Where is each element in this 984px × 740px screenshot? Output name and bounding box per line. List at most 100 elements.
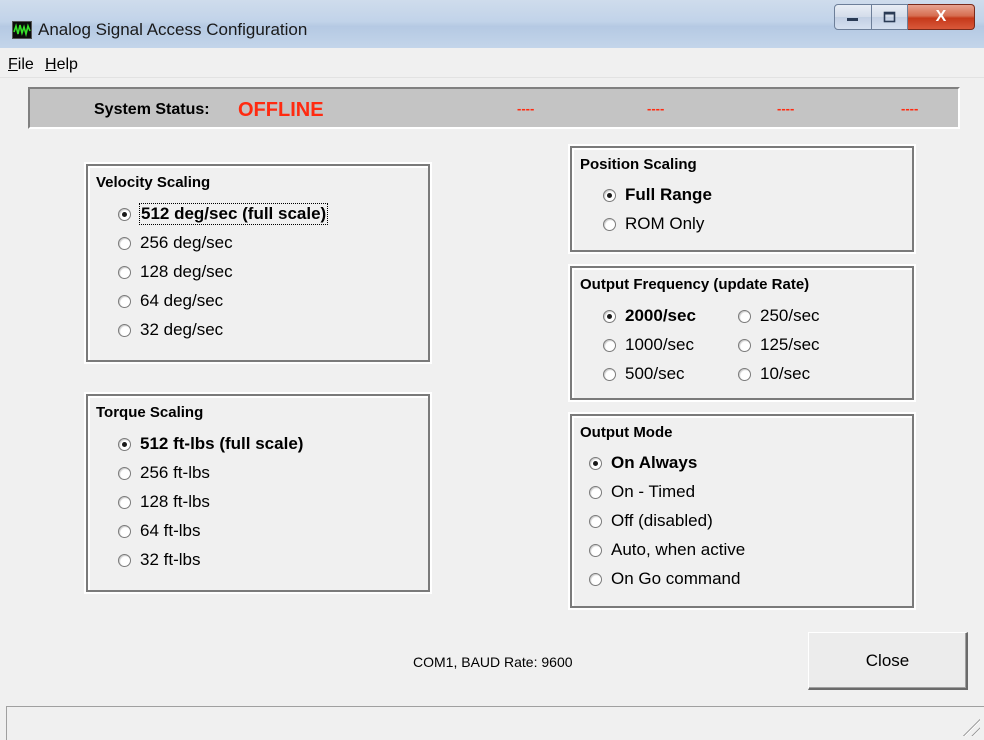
mode-option-auto-active[interactable]: Auto, when active: [589, 540, 745, 560]
output-frequency-group: Output Frequency (update Rate) 2000/sec …: [568, 264, 916, 402]
torque-option-label: 512 ft-lbs (full scale): [140, 434, 304, 453]
radio-icon: [118, 553, 131, 567]
radio-icon: [118, 524, 131, 538]
radio-icon: [589, 514, 602, 528]
torque-option-label: 64 ft-lbs: [140, 521, 201, 540]
frequency-option-500[interactable]: 500/sec: [603, 364, 685, 384]
mode-option-on-timed[interactable]: On - Timed: [589, 482, 695, 502]
radio-icon: [589, 485, 602, 499]
torque-option-512[interactable]: 512 ft-lbs (full scale): [118, 434, 303, 454]
radio-icon: [118, 265, 131, 279]
status-indicator-1: ----: [517, 101, 535, 116]
app-icon: [12, 21, 32, 39]
menu-file[interactable]: File: [8, 56, 34, 74]
maximize-icon: [883, 11, 895, 23]
velocity-option-128[interactable]: 128 deg/sec: [118, 262, 233, 282]
frequency-option-1000[interactable]: 1000/sec: [603, 335, 694, 355]
frequency-option-label: 125/sec: [760, 335, 820, 354]
output-mode-title: Output Mode: [580, 424, 673, 441]
frequency-option-125[interactable]: 125/sec: [738, 335, 820, 355]
radio-icon: [603, 217, 616, 231]
torque-option-64[interactable]: 64 ft-lbs: [118, 521, 200, 541]
position-scaling-group: Position Scaling Full Range ROM Only: [568, 144, 916, 254]
frequency-option-label: 250/sec: [760, 306, 820, 325]
radio-icon: [738, 309, 751, 323]
torque-scaling-group: Torque Scaling 512 ft-lbs (full scale) 2…: [84, 392, 432, 594]
velocity-option-512[interactable]: 512 deg/sec (full scale): [118, 203, 329, 225]
radio-icon: [118, 495, 131, 509]
radio-icon: [589, 572, 602, 586]
velocity-option-label: 64 deg/sec: [140, 291, 224, 310]
main-window: Analog Signal Access Configuration X Fil…: [0, 0, 984, 740]
menu-help[interactable]: Help: [45, 56, 78, 74]
resize-grip-icon[interactable]: [960, 716, 980, 736]
torque-option-label: 128 ft-lbs: [140, 492, 210, 511]
status-label: System Status:: [94, 101, 210, 118]
status-indicator-2: ----: [647, 101, 665, 116]
menu-bar: File Help: [0, 48, 984, 78]
com-port-info: COM1, BAUD Rate: 9600: [413, 654, 573, 670]
radio-icon: [603, 338, 616, 352]
radio-selected-icon: [603, 188, 616, 202]
maximize-button[interactable]: [872, 4, 908, 30]
velocity-option-32[interactable]: 32 deg/sec: [118, 320, 223, 340]
frequency-option-label: 500/sec: [625, 364, 685, 383]
torque-option-32[interactable]: 32 ft-lbs: [118, 550, 200, 570]
torque-option-label: 32 ft-lbs: [140, 550, 201, 569]
status-indicator-3: ----: [777, 101, 795, 116]
radio-icon: [118, 294, 131, 308]
velocity-option-label: 256 deg/sec: [140, 233, 233, 252]
mode-option-off-disabled[interactable]: Off (disabled): [589, 511, 713, 531]
velocity-scaling-group: Velocity Scaling 512 deg/sec (full scale…: [84, 162, 432, 364]
minimize-button[interactable]: [834, 4, 872, 30]
mode-option-on-always[interactable]: On Always: [589, 453, 697, 473]
position-scaling-title: Position Scaling: [580, 156, 697, 173]
system-status-bar: System Status: OFFLINE ---- ---- ---- --…: [28, 87, 960, 129]
position-option-full-range[interactable]: Full Range: [603, 185, 712, 205]
status-value: OFFLINE: [238, 99, 324, 121]
frequency-option-label: 1000/sec: [625, 335, 694, 354]
radio-selected-icon: [603, 309, 616, 323]
position-option-label: Full Range: [625, 185, 712, 204]
frequency-option-label: 10/sec: [760, 364, 811, 383]
torque-option-label: 256 ft-lbs: [140, 463, 210, 482]
radio-icon: [738, 367, 751, 381]
velocity-option-label: 32 deg/sec: [140, 320, 224, 339]
velocity-option-64[interactable]: 64 deg/sec: [118, 291, 223, 311]
torque-option-256[interactable]: 256 ft-lbs: [118, 463, 210, 483]
torque-scaling-title: Torque Scaling: [96, 404, 204, 421]
mode-option-label: On - Timed: [611, 482, 696, 501]
velocity-option-label: 512 deg/sec (full scale): [138, 203, 329, 225]
radio-icon: [738, 338, 751, 352]
window-controls: X: [834, 4, 975, 30]
radio-selected-icon: [118, 207, 131, 221]
status-indicator-4: ----: [901, 101, 919, 116]
position-option-label: ROM Only: [625, 214, 705, 233]
mode-option-label: Off (disabled): [611, 511, 713, 530]
window-title: Analog Signal Access Configuration: [38, 20, 308, 39]
torque-option-128[interactable]: 128 ft-lbs: [118, 492, 210, 512]
velocity-option-256[interactable]: 256 deg/sec: [118, 233, 233, 253]
radio-selected-icon: [118, 437, 131, 451]
velocity-option-label: 128 deg/sec: [140, 262, 233, 281]
close-icon: X: [935, 8, 947, 25]
frequency-option-10[interactable]: 10/sec: [738, 364, 810, 384]
mode-option-on-go-command[interactable]: On Go command: [589, 569, 740, 589]
radio-icon: [118, 323, 131, 337]
frequency-option-label: 2000/sec: [625, 306, 696, 325]
minimize-icon: [847, 18, 858, 21]
mode-option-label: Auto, when active: [611, 540, 746, 559]
radio-icon: [118, 466, 131, 480]
frequency-option-250[interactable]: 250/sec: [738, 306, 820, 326]
radio-icon: [589, 543, 602, 557]
radio-icon: [603, 367, 616, 381]
output-mode-group: Output Mode On Always On - Timed Off (di…: [568, 412, 916, 610]
close-window-button[interactable]: X: [908, 4, 975, 30]
mode-option-label: On Go command: [611, 569, 741, 588]
close-button[interactable]: Close: [808, 632, 968, 690]
frequency-option-2000[interactable]: 2000/sec: [603, 306, 696, 326]
velocity-scaling-title: Velocity Scaling: [96, 174, 211, 191]
mode-option-label: On Always: [611, 453, 698, 472]
position-option-rom-only[interactable]: ROM Only: [603, 214, 704, 234]
title-bar[interactable]: Analog Signal Access Configuration X: [0, 0, 984, 48]
